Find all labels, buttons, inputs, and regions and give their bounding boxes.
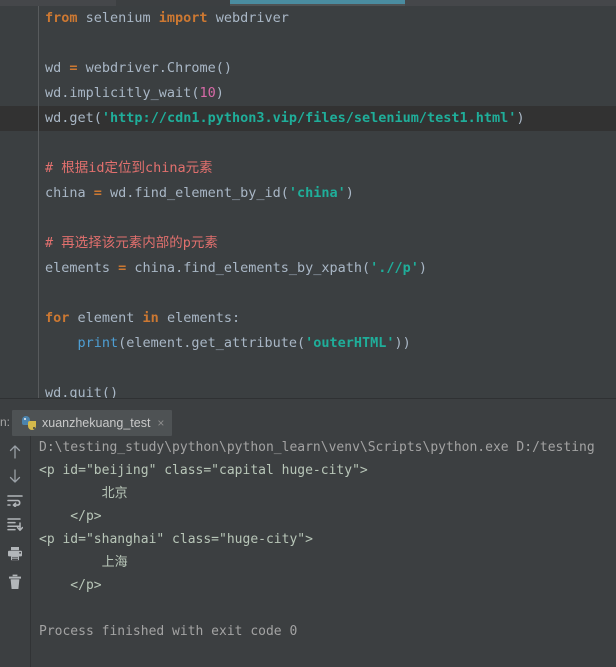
code-token: wd.get bbox=[45, 110, 94, 126]
console-line: 上海 bbox=[39, 555, 128, 570]
editor-gutter[interactable] bbox=[0, 6, 39, 398]
code-token: ) bbox=[418, 260, 428, 276]
console-line: 北京 bbox=[39, 486, 128, 501]
code-line[interactable]: wd.implicitly_wait(10) bbox=[39, 81, 616, 106]
code-token: webdriver.Chrome bbox=[77, 60, 216, 76]
code-token: ) bbox=[516, 110, 525, 126]
console-output[interactable]: D:\testing_study\python\python_learn\ven… bbox=[31, 436, 616, 663]
python-icon bbox=[22, 416, 36, 430]
code-line[interactable]: # 再选择该元素内部的p元素 bbox=[39, 231, 616, 256]
code-token: in bbox=[142, 310, 159, 326]
console-line: </p> bbox=[39, 578, 102, 593]
code-line[interactable]: elements = china.find_elements_by_xpath(… bbox=[39, 256, 616, 281]
editor-code-area[interactable]: from selenium import webdriver wd = webd… bbox=[39, 6, 616, 398]
code-token: wd.implicitly_wait bbox=[45, 85, 192, 101]
code-line[interactable]: for element in elements: bbox=[39, 306, 616, 331]
code-line[interactable] bbox=[39, 31, 616, 56]
run-window-label: n: bbox=[0, 415, 11, 429]
soft-wrap-icon[interactable] bbox=[0, 488, 30, 512]
code-token: from bbox=[45, 10, 78, 26]
code-line[interactable]: print(element.get_attribute('outerHTML')… bbox=[39, 331, 616, 356]
pycharm-window: from selenium import webdriver wd = webd… bbox=[0, 0, 616, 667]
code-token: selenium bbox=[77, 10, 159, 26]
code-token: wd.quit bbox=[45, 385, 102, 398]
console-line: <p id="shanghai" class="huge-city"> bbox=[39, 532, 313, 547]
code-line[interactable]: wd = webdriver.Chrome() bbox=[39, 56, 616, 81]
code-token: elements bbox=[45, 260, 119, 276]
code-token: ) bbox=[345, 185, 354, 201]
code-line[interactable]: wd.get('http://cdn1.python3.vip/files/se… bbox=[39, 106, 616, 131]
console-toolbar bbox=[0, 436, 31, 667]
code-token: = bbox=[93, 185, 102, 201]
code-token: ( bbox=[362, 260, 371, 276]
code-line[interactable] bbox=[39, 206, 616, 231]
code-token: './/p' bbox=[370, 260, 419, 276]
close-icon[interactable]: × bbox=[157, 416, 164, 430]
down-arrow-icon[interactable] bbox=[0, 464, 30, 488]
code-token: wd.find_element_by_id bbox=[101, 185, 281, 201]
code-line[interactable] bbox=[39, 281, 616, 306]
code-token: () bbox=[101, 385, 119, 398]
code-line[interactable]: from selenium import webdriver bbox=[39, 6, 616, 31]
code-token: 'http://cdn1.python3.vip/files/selenium/… bbox=[101, 110, 517, 126]
code-token: () bbox=[215, 60, 232, 76]
code-token: # 根据id定位到china元素 bbox=[45, 160, 213, 176]
code-editor[interactable]: from selenium import webdriver wd = webd… bbox=[0, 6, 616, 398]
code-line[interactable]: wd.quit() bbox=[39, 381, 616, 398]
code-line[interactable]: # 根据id定位到china元素 bbox=[39, 156, 616, 181]
console-line: <p id="beijing" class="capital huge-city… bbox=[39, 463, 368, 478]
code-token: # 再选择该元素内部的p元素 bbox=[45, 235, 218, 251]
code-token: webdriver bbox=[207, 10, 289, 26]
console-line: Process finished with exit code 0 bbox=[39, 624, 298, 639]
code-token: import bbox=[158, 10, 208, 26]
code-token: element bbox=[69, 310, 143, 326]
code-token: china.find_elements_by_xpath bbox=[126, 260, 362, 276]
code-token: elements: bbox=[158, 310, 241, 326]
print-icon[interactable] bbox=[0, 541, 30, 565]
code-token: ( bbox=[296, 335, 306, 351]
code-token: print bbox=[77, 335, 119, 351]
code-token: 'outerHTML' bbox=[305, 335, 395, 351]
code-token: 'china' bbox=[288, 185, 346, 201]
code-token: ( bbox=[280, 185, 289, 201]
run-tab-title: xuanzhekuang_test bbox=[42, 416, 151, 430]
run-configuration-tab[interactable]: xuanzhekuang_test × bbox=[12, 410, 173, 436]
console-line: D:\testing_study\python\python_learn\ven… bbox=[39, 440, 595, 455]
code-token: = bbox=[69, 60, 78, 76]
code-token: china bbox=[45, 185, 94, 201]
code-token: for bbox=[45, 310, 70, 326]
code-token: ) bbox=[215, 85, 224, 101]
console-line: </p> bbox=[39, 509, 102, 524]
code-token: )) bbox=[394, 335, 411, 351]
run-tool-window: n: xuanzhekuang_test × D:\testing_study\… bbox=[0, 410, 616, 667]
run-panel-body: D:\testing_study\python\python_learn\ven… bbox=[0, 436, 616, 667]
code-line[interactable] bbox=[39, 131, 616, 156]
run-tab-row: n: xuanzhekuang_test × bbox=[0, 410, 616, 436]
code-token: wd bbox=[45, 60, 70, 76]
code-line[interactable] bbox=[39, 356, 616, 381]
code-token: ( bbox=[93, 110, 102, 126]
code-line[interactable]: china = wd.find_element_by_id('china') bbox=[39, 181, 616, 206]
scroll-to-end-icon[interactable] bbox=[0, 512, 30, 536]
gutter-current-line-highlight bbox=[0, 106, 38, 131]
code-token: element.get_attribute bbox=[126, 335, 297, 351]
up-arrow-icon[interactable] bbox=[0, 440, 30, 464]
trash-icon[interactable] bbox=[0, 570, 30, 594]
code-token: 10 bbox=[199, 85, 216, 101]
